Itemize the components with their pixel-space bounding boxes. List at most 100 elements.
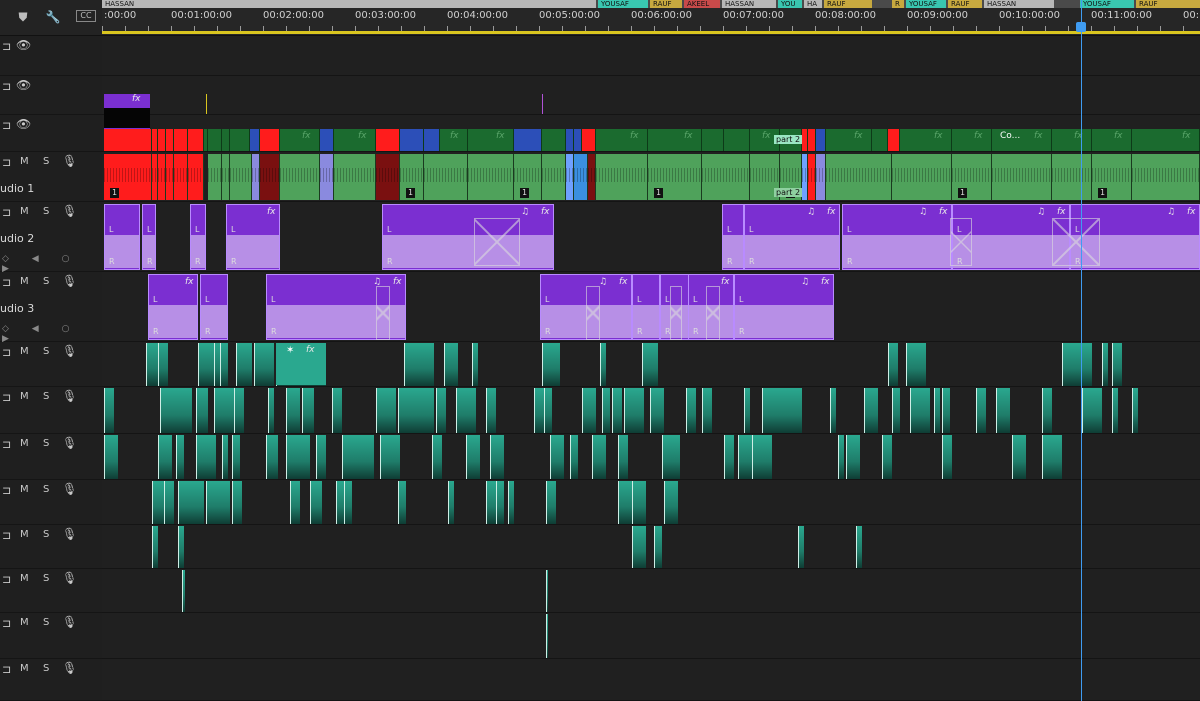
sync-lock-icon[interactable]: ⊐ bbox=[2, 156, 11, 169]
audio-clip[interactable] bbox=[624, 388, 644, 433]
track-lane-a1[interactable]: 1111111part 2 bbox=[102, 152, 1200, 202]
sequence-marker[interactable]: HA bbox=[804, 0, 822, 8]
solo-button[interactable]: S bbox=[43, 663, 49, 674]
audio-clip[interactable] bbox=[724, 435, 734, 479]
audio-clip[interactable] bbox=[104, 435, 118, 479]
audio-clip[interactable] bbox=[738, 435, 752, 479]
audio-clip[interactable] bbox=[752, 435, 772, 479]
audio-clip[interactable] bbox=[762, 388, 802, 433]
audio-clip[interactable] bbox=[1052, 154, 1092, 200]
mute-button[interactable]: M bbox=[20, 484, 29, 495]
audio-clip[interactable] bbox=[934, 388, 940, 433]
audio-clip[interactable] bbox=[236, 343, 252, 386]
video-clip[interactable] bbox=[702, 129, 724, 151]
audio-clip[interactable] bbox=[404, 343, 434, 386]
video-clip[interactable] bbox=[174, 129, 188, 151]
audio-clip[interactable] bbox=[892, 388, 900, 433]
video-clip[interactable] bbox=[230, 129, 250, 151]
video-clip[interactable]: fx bbox=[900, 129, 952, 151]
audio-clip[interactable] bbox=[290, 481, 300, 524]
crossfade-transition[interactable] bbox=[950, 218, 972, 266]
audio-clip[interactable] bbox=[152, 526, 158, 568]
video-clip[interactable] bbox=[514, 129, 542, 151]
wrench-icon[interactable]: 🔧 bbox=[44, 8, 62, 26]
audio-clip[interactable] bbox=[618, 435, 628, 479]
audio-clip[interactable] bbox=[398, 388, 434, 433]
audio-clip[interactable] bbox=[188, 154, 204, 200]
solo-button[interactable]: S bbox=[43, 206, 49, 217]
audio-clip[interactable] bbox=[286, 388, 300, 433]
music-clip[interactable]: LR bbox=[632, 274, 660, 340]
audio-clip[interactable]: 1 bbox=[648, 154, 702, 200]
video-clip[interactable] bbox=[816, 129, 826, 151]
audio-clip[interactable] bbox=[158, 154, 166, 200]
audio-clip[interactable] bbox=[220, 343, 228, 386]
audio-clip[interactable] bbox=[1082, 388, 1102, 433]
work-area-bar[interactable] bbox=[102, 31, 1200, 34]
audio-clip[interactable] bbox=[570, 435, 578, 479]
audio-clip[interactable]: 1 bbox=[952, 154, 992, 200]
voice-over-record-icon[interactable]: 🎙 bbox=[62, 661, 77, 675]
track-lane-a10[interactable] bbox=[102, 613, 1200, 659]
keyframe-navigation[interactable]: ◇ ◀ ○ ▶ bbox=[2, 254, 102, 274]
video-clip[interactable] bbox=[250, 129, 260, 151]
track-lane-a4[interactable]: ✶ fx bbox=[102, 342, 1200, 387]
track-lane-a7[interactable] bbox=[102, 480, 1200, 525]
video-clip[interactable] bbox=[320, 129, 334, 151]
audio-clip[interactable] bbox=[838, 435, 844, 479]
audio-clip[interactable] bbox=[166, 154, 174, 200]
voice-over-record-icon[interactable]: 🎙 bbox=[62, 527, 77, 541]
audio-clip[interactable] bbox=[252, 154, 260, 200]
sync-lock-icon[interactable]: ⊐ bbox=[2, 276, 11, 289]
audio-clip[interactable] bbox=[158, 343, 168, 386]
audio-clip[interactable] bbox=[208, 154, 222, 200]
video-clip[interactable] bbox=[376, 129, 400, 151]
audio-clip[interactable] bbox=[196, 435, 216, 479]
video-clip[interactable] bbox=[872, 129, 888, 151]
solo-button[interactable]: S bbox=[43, 617, 49, 628]
audio-clip[interactable] bbox=[596, 154, 648, 200]
toggle-output-eye-icon[interactable]: 👁 bbox=[16, 78, 31, 92]
sequence-marker[interactable]: RAUF bbox=[1136, 0, 1200, 8]
audio-clip[interactable] bbox=[158, 435, 172, 479]
keyframe-navigation[interactable]: ◇ ◀ ○ ▶ bbox=[2, 324, 102, 344]
sync-lock-icon[interactable]: ⊐ bbox=[2, 40, 11, 53]
audio-clip[interactable] bbox=[1062, 343, 1092, 386]
voice-over-record-icon[interactable]: 🎙 bbox=[62, 482, 77, 496]
track-lane-a8[interactable] bbox=[102, 525, 1200, 569]
music-clip[interactable]: LR bbox=[722, 204, 744, 270]
music-clip[interactable]: LR bbox=[190, 204, 206, 270]
video-clip[interactable]: fx bbox=[280, 129, 320, 151]
marker-bar[interactable]: HASSAN YOUSAF RAUF AKEEL HASSAN YOU HA RAUF R YOU… bbox=[102, 0, 1200, 8]
video-clip[interactable] bbox=[424, 129, 440, 151]
audio-clip[interactable] bbox=[1042, 435, 1062, 479]
audio-clip[interactable] bbox=[1012, 435, 1026, 479]
audio-clip[interactable] bbox=[310, 481, 322, 524]
sync-lock-icon[interactable]: ⊐ bbox=[2, 346, 11, 359]
mute-button[interactable]: M bbox=[20, 156, 29, 167]
audio-clip[interactable] bbox=[846, 435, 860, 479]
track-header-a3[interactable]: ⊐ M S 🎙 udio 3 ◇ ◀ ○ ▶ bbox=[0, 272, 102, 344]
audio-clip[interactable] bbox=[654, 526, 662, 568]
audio-clip[interactable] bbox=[178, 526, 184, 568]
video-clip[interactable]: fx bbox=[468, 129, 514, 151]
audio-clip[interactable] bbox=[1112, 343, 1122, 386]
video-clip[interactable] bbox=[188, 129, 204, 151]
mute-button[interactable]: M bbox=[20, 391, 29, 402]
audio-clip[interactable] bbox=[992, 154, 1052, 200]
solo-button[interactable]: S bbox=[43, 529, 49, 540]
sequence-marker[interactable]: HASSAN bbox=[984, 0, 1054, 8]
audio-clip[interactable] bbox=[976, 388, 986, 433]
track-lane-a9[interactable] bbox=[102, 569, 1200, 613]
sequence-marker[interactable]: YOUSAF bbox=[598, 0, 648, 8]
time-ruler[interactable]: HASSAN YOUSAF RAUF AKEEL HASSAN YOU HA RAUF R YOU… bbox=[102, 0, 1200, 36]
audio-clip[interactable] bbox=[632, 526, 646, 568]
audio-clip[interactable] bbox=[444, 343, 458, 386]
audio-clip[interactable] bbox=[268, 388, 274, 433]
audio-clip[interactable] bbox=[266, 435, 278, 479]
audio-clip[interactable]: 1 bbox=[104, 154, 152, 200]
audio-clip[interactable] bbox=[496, 481, 504, 524]
sequence-marker[interactable]: YOUSAF bbox=[906, 0, 946, 8]
solo-button[interactable]: S bbox=[43, 346, 49, 357]
mute-button[interactable]: M bbox=[20, 573, 29, 584]
